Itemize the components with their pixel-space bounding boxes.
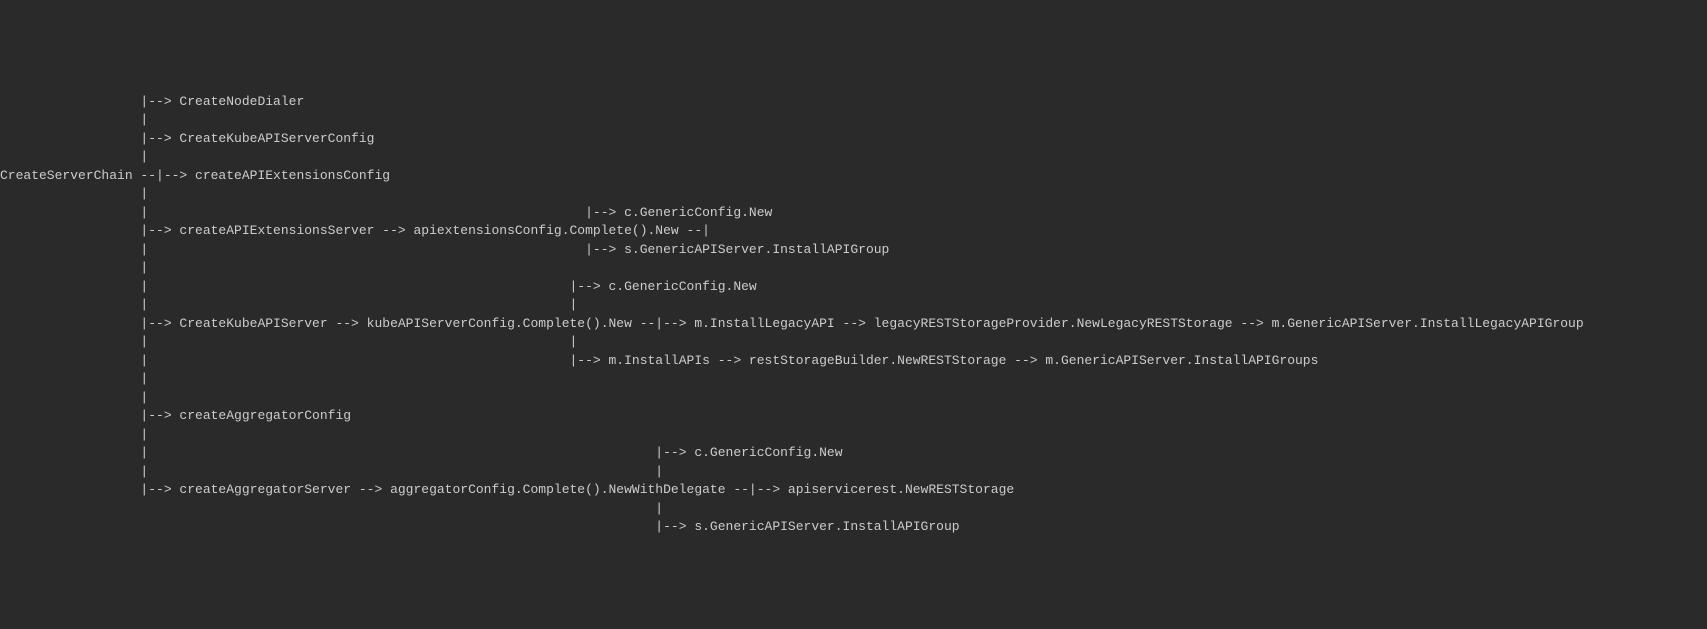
diagram-line-19: | |--> c.GenericConfig.New <box>0 445 843 460</box>
diagram-line-10: | |--> c.GenericConfig.New <box>0 279 757 294</box>
diagram-line-3: | <box>0 149 148 164</box>
call-tree-diagram: |--> CreateNodeDialer | |--> CreateKubeA… <box>0 74 1707 537</box>
diagram-line-6: | |--> c.GenericConfig.New <box>0 205 772 220</box>
diagram-line-15: | <box>0 371 148 386</box>
diagram-line-0: |--> CreateNodeDialer <box>0 94 304 109</box>
diagram-line-2: |--> CreateKubeAPIServerConfig <box>0 131 374 146</box>
diagram-line-5: | <box>0 186 148 201</box>
diagram-line-14: | |--> m.InstallAPIs --> restStorageBuil… <box>0 353 1318 368</box>
diagram-line-20: | | <box>0 464 663 479</box>
diagram-line-9: | <box>0 260 148 275</box>
diagram-line-21: |--> createAggregatorServer --> aggregat… <box>0 482 1014 497</box>
diagram-line-11: | | <box>0 297 577 312</box>
diagram-line-17: |--> createAggregatorConfig <box>0 408 351 423</box>
diagram-line-18: | <box>0 427 148 442</box>
diagram-line-8: | |--> s.GenericAPIServer.InstallAPIGrou… <box>0 242 889 257</box>
diagram-line-13: | | <box>0 334 577 349</box>
diagram-line-22: | <box>0 501 663 516</box>
diagram-line-7: |--> createAPIExtensionsServer --> apiex… <box>0 223 710 238</box>
diagram-line-12: |--> CreateKubeAPIServer --> kubeAPIServ… <box>0 316 1584 331</box>
diagram-line-16: | <box>0 390 148 405</box>
diagram-line-23: |--> s.GenericAPIServer.InstallAPIGroup <box>0 519 960 534</box>
diagram-line-1: | <box>0 112 148 127</box>
diagram-line-4: CreateServerChain --|--> createAPIExtens… <box>0 168 390 183</box>
